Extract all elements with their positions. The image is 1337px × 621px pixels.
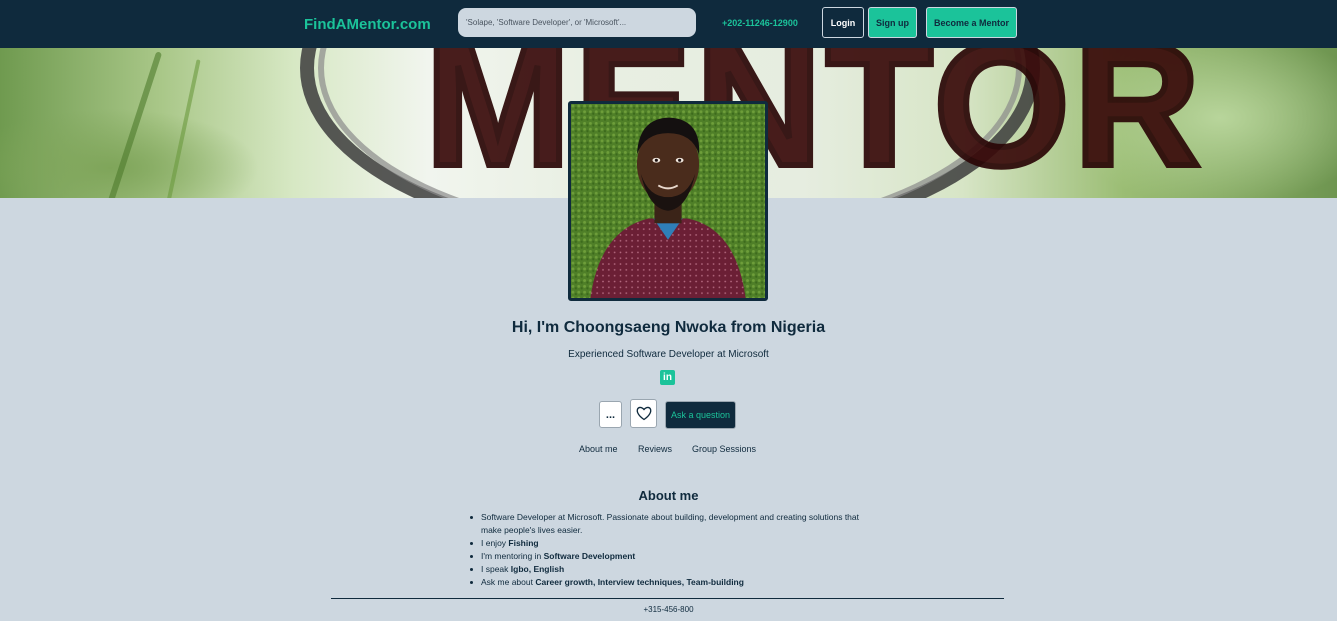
about-item: Ask me about Career growth, Interview te… (470, 576, 871, 589)
top-navbar: FindAMentor.com +202-11246-12900 Login S… (0, 0, 1337, 48)
signup-button[interactable]: Sign up (868, 7, 917, 38)
footer-phone: +315-456-800 (643, 605, 694, 614)
login-button[interactable]: Login (822, 7, 864, 38)
about-item: I enjoy Fishing (470, 537, 871, 550)
about-item: I'm mentoring in Software Development (470, 550, 871, 563)
become-mentor-button[interactable]: Become a Mentor (926, 7, 1017, 38)
about-section-title: About me (638, 488, 699, 503)
mentor-name: Hi, I'm Choongsaeng Nwoka from Nigeria (511, 319, 826, 336)
mentor-headline: Experienced Software Developer at Micros… (568, 349, 769, 360)
footer-divider (331, 598, 1004, 599)
about-item: I speak Igbo, English (470, 563, 871, 576)
tab-reviews[interactable]: Reviews (638, 444, 672, 454)
about-list: Software Developer at Microsoft. Passion… (470, 511, 871, 589)
more-options-button[interactable]: ... (599, 401, 622, 428)
linkedin-icon[interactable]: in (660, 370, 675, 385)
mentor-avatar (568, 101, 768, 301)
search-input[interactable] (458, 8, 696, 37)
favorite-button[interactable] (630, 399, 657, 428)
ask-question-button[interactable]: Ask a question (665, 401, 736, 429)
brand-logo[interactable]: FindAMentor.com (304, 16, 431, 33)
avatar-portrait (571, 104, 765, 298)
heart-icon (636, 406, 651, 421)
about-item: Software Developer at Microsoft. Passion… (470, 511, 871, 537)
tab-about-me[interactable]: About me (579, 444, 618, 454)
banner-word: MENTOR (422, 48, 1205, 198)
contact-phone: +202-11246-12900 (722, 18, 798, 28)
tab-group-sessions[interactable]: Group Sessions (692, 444, 756, 454)
